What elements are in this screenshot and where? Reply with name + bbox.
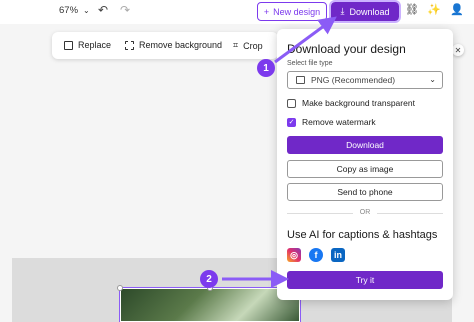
annotation-arrows bbox=[222, 16, 337, 288]
step-badge-2: 2 bbox=[200, 270, 218, 288]
arrow-to-download bbox=[274, 16, 337, 64]
step-badge-1: 1 bbox=[257, 59, 275, 77]
